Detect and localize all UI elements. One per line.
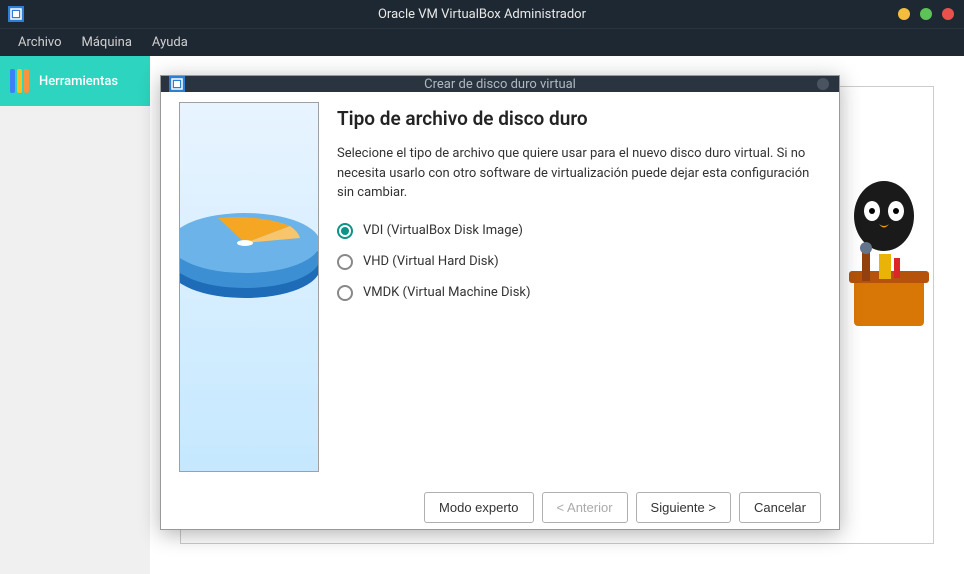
- dialog-content: Tipo de archivo de disco duro Selecione …: [337, 102, 821, 472]
- dialog-close-button[interactable]: [817, 78, 829, 90]
- next-button[interactable]: Siguiente >: [636, 492, 731, 523]
- radio-icon: [337, 223, 353, 239]
- menu-file[interactable]: Archivo: [8, 31, 72, 54]
- menu-machine[interactable]: Máquina: [72, 31, 142, 54]
- close-button[interactable]: [942, 8, 954, 20]
- menubar: Archivo Máquina Ayuda: [0, 28, 964, 56]
- menu-help[interactable]: Ayuda: [142, 31, 198, 54]
- back-button[interactable]: < Anterior: [542, 492, 628, 523]
- sidebar: Herramientas: [0, 56, 150, 574]
- minimize-button[interactable]: [898, 8, 910, 20]
- sidebar-item-label: Herramientas: [39, 74, 118, 89]
- dialog-image: [179, 102, 319, 472]
- window-title: Oracle VM VirtualBox Administrador: [378, 7, 586, 22]
- main-titlebar: Oracle VM VirtualBox Administrador: [0, 0, 964, 28]
- dialog-body: Tipo de archivo de disco duro Selecione …: [161, 92, 839, 482]
- window-controls: [898, 8, 954, 20]
- app-icon: [8, 6, 24, 22]
- dialog-icon: [169, 76, 185, 92]
- radio-vdi[interactable]: VDI (VirtualBox Disk Image): [337, 223, 821, 239]
- dialog-title: Crear de disco duro virtual: [424, 77, 576, 92]
- tools-icon: [10, 69, 29, 93]
- cancel-button[interactable]: Cancelar: [739, 492, 821, 523]
- dialog-heading: Tipo de archivo de disco duro: [337, 107, 821, 130]
- dialog-description: Selecione el tipo de archivo que quiere …: [337, 144, 821, 203]
- radio-vhd[interactable]: VHD (Virtual Hard Disk): [337, 254, 821, 270]
- radio-icon: [337, 254, 353, 270]
- mascot-image: [824, 176, 944, 356]
- radio-vmdk[interactable]: VMDK (Virtual Machine Disk): [337, 285, 821, 301]
- maximize-button[interactable]: [920, 8, 932, 20]
- dialog-titlebar: Crear de disco duro virtual: [161, 76, 839, 92]
- file-type-radio-group: VDI (VirtualBox Disk Image) VHD (Virtual…: [337, 223, 821, 301]
- radio-icon: [337, 285, 353, 301]
- expert-mode-button[interactable]: Modo experto: [424, 492, 534, 523]
- create-disk-dialog: Crear de disco duro virtual Tipo de arch…: [160, 75, 840, 530]
- radio-label: VHD (Virtual Hard Disk): [363, 254, 499, 269]
- dialog-footer: Modo experto < Anterior Siguiente > Canc…: [161, 482, 839, 537]
- sidebar-item-tools[interactable]: Herramientas: [0, 56, 150, 106]
- radio-label: VDI (VirtualBox Disk Image): [363, 223, 523, 238]
- radio-label: VMDK (Virtual Machine Disk): [363, 285, 531, 300]
